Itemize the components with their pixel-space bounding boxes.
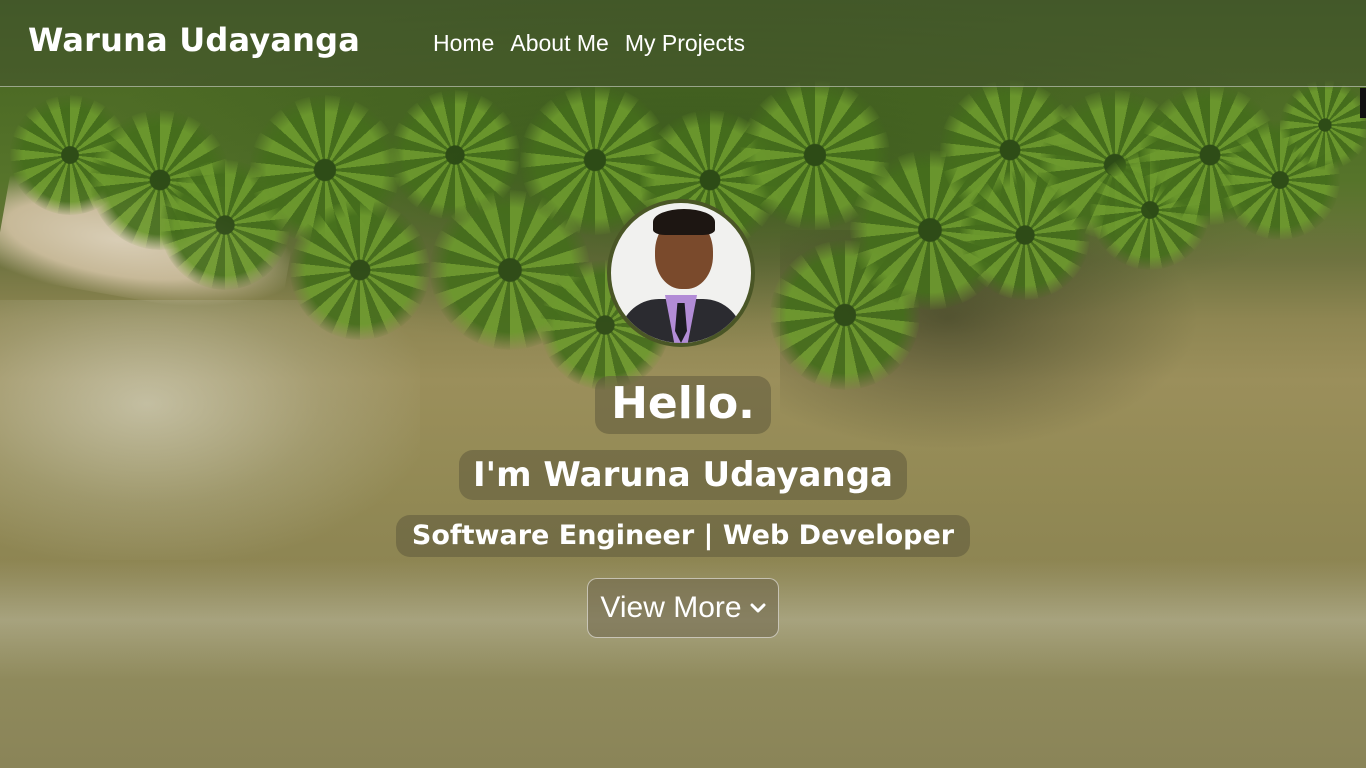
brand-logo[interactable]: Waruna Udayanga [28,21,360,59]
greeting-row: Hello. [0,376,1366,434]
cta-row: View More [0,578,1366,638]
name-row: I'm Waruna Udayanga [0,450,1366,500]
role-subheading: Software Engineer | Web Developer [395,515,971,557]
greeting-heading: Hello. [595,376,771,434]
nav-link-about-me[interactable]: About Me [510,30,608,57]
palm-tree [290,200,430,340]
profile-avatar [607,199,755,347]
scrollbar[interactable] [1360,88,1366,118]
palm-tree [1280,80,1366,170]
name-heading: I'm Waruna Udayanga [459,450,907,500]
nav-link-home[interactable]: Home [433,30,494,57]
nav-link-my-projects[interactable]: My Projects [625,30,745,57]
view-more-button[interactable]: View More [587,578,779,638]
navbar: Waruna Udayanga Home About Me My Project… [0,0,1366,87]
role-row: Software Engineer | Web Developer [0,515,1366,557]
avatar-hair [653,209,715,235]
nav-links: Home About Me My Projects [433,30,745,57]
page: Waruna Udayanga Home About Me My Project… [0,0,1366,768]
chevron-down-icon [750,603,766,613]
view-more-label: View More [600,591,742,624]
